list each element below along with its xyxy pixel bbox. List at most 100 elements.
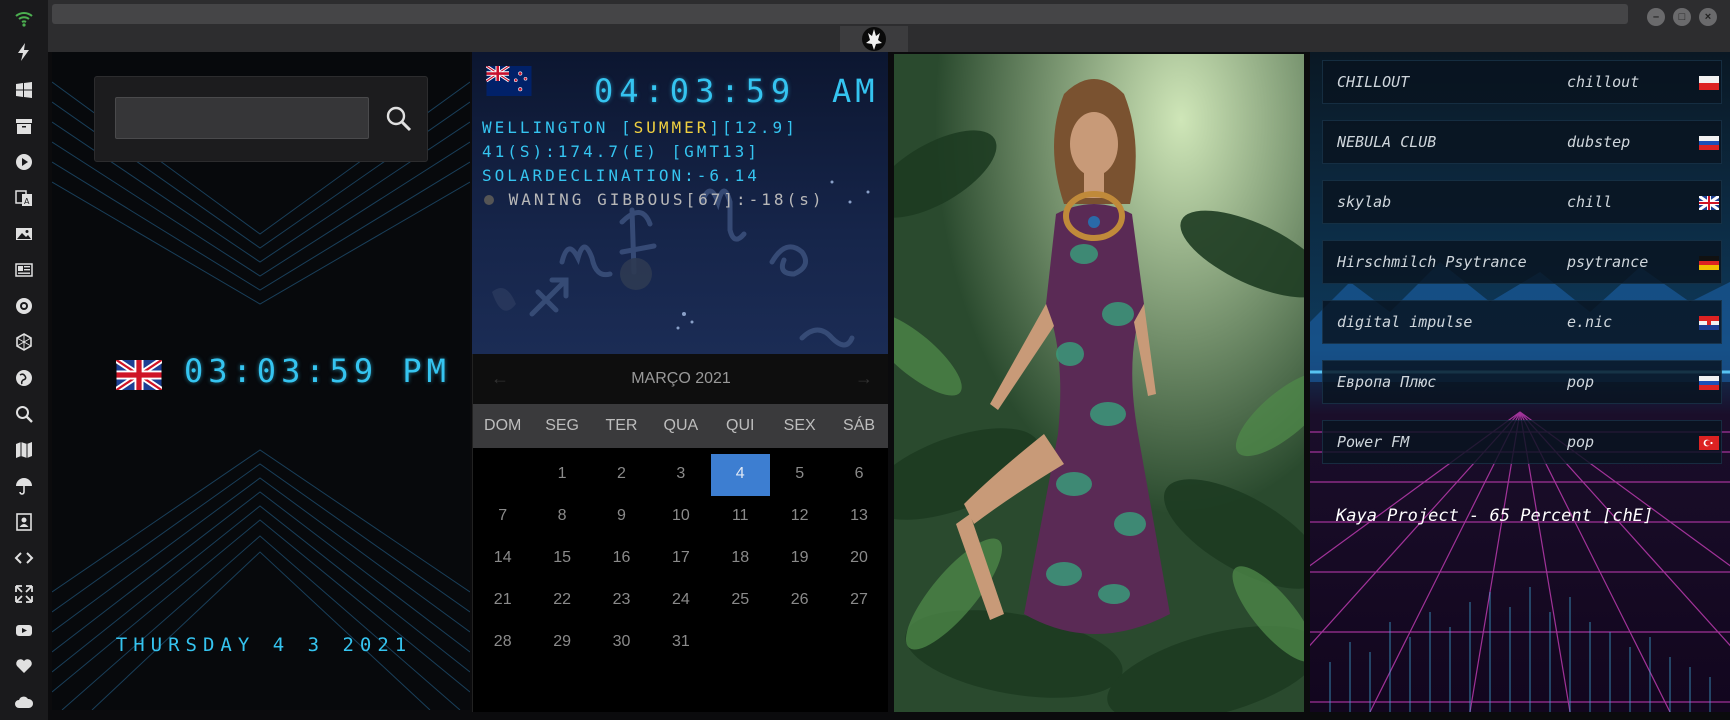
- germany-flag-icon: [1699, 256, 1719, 270]
- world-ampm: AM: [832, 72, 879, 110]
- station-item[interactable]: digital impulse e.nic: [1322, 300, 1722, 344]
- calendar-day[interactable]: 23: [592, 580, 651, 622]
- heart-icon[interactable]: [12, 654, 36, 678]
- close-button[interactable]: ×: [1699, 8, 1717, 26]
- maximize-button[interactable]: □: [1673, 8, 1691, 26]
- calendar-next-button[interactable]: →: [855, 368, 873, 389]
- calendar-day[interactable]: 21: [473, 580, 532, 622]
- calendar-day[interactable]: [770, 622, 829, 664]
- calendar-day[interactable]: 7: [473, 496, 532, 538]
- station-item[interactable]: NEBULA CLUB dubstep: [1322, 120, 1722, 164]
- calendar-day[interactable]: 5: [770, 454, 829, 496]
- calendar-day[interactable]: 22: [532, 580, 591, 622]
- youtube-icon[interactable]: [12, 618, 36, 642]
- station-genre: pop: [1567, 373, 1595, 391]
- calendar-day[interactable]: 30: [592, 622, 651, 664]
- calendar-day[interactable]: 6: [829, 454, 888, 496]
- lightning-icon[interactable]: [12, 40, 36, 64]
- windows-icon[interactable]: [12, 78, 36, 102]
- station-name: CHILLOUT: [1337, 73, 1410, 91]
- calendar-month: MARÇO 2021: [631, 370, 731, 387]
- hexagon-icon[interactable]: [12, 330, 36, 354]
- calendar-day[interactable]: 20: [829, 538, 888, 580]
- map-icon[interactable]: [12, 438, 36, 462]
- calendar-day[interactable]: 18: [711, 538, 770, 580]
- station-item[interactable]: Hirschmilch Psytrance psytrance: [1322, 240, 1722, 284]
- calendar-day[interactable]: [829, 622, 888, 664]
- world-clock: 04:03:59 AM WELLINGTON [SUMMER][12.9] 41…: [472, 52, 888, 354]
- svg-text:A: A: [24, 197, 30, 206]
- calendar: ← MARÇO 2021 → DOM SEG TER QUA QUI SEX S…: [472, 354, 888, 712]
- rebel-icon[interactable]: [12, 294, 36, 318]
- minimize-button[interactable]: –: [1647, 8, 1665, 26]
- search-box: [94, 76, 428, 162]
- code-icon[interactable]: [12, 546, 36, 570]
- calendar-day[interactable]: 27: [829, 580, 888, 622]
- station-genre: chill: [1567, 193, 1613, 211]
- calendar-day[interactable]: [473, 454, 532, 496]
- world-coordinates: 41(S):174.7(E) [GMT13]: [482, 142, 760, 161]
- calendar-day[interactable]: 12: [770, 496, 829, 538]
- contact-icon[interactable]: [12, 510, 36, 534]
- poland-flag-icon: [1699, 76, 1719, 90]
- calendar-day[interactable]: 28: [473, 622, 532, 664]
- umbrella-icon[interactable]: [12, 474, 36, 498]
- archive-icon[interactable]: [12, 114, 36, 138]
- wifi-icon[interactable]: [12, 6, 36, 30]
- calendar-day[interactable]: 19: [770, 538, 829, 580]
- station-item[interactable]: Power FM pop: [1322, 420, 1722, 464]
- world-location: WELLINGTON [SUMMER][12.9]: [482, 118, 798, 137]
- weekday-label: QUA: [663, 417, 699, 434]
- globe-icon[interactable]: [12, 366, 36, 390]
- station-genre: dubstep: [1567, 133, 1631, 151]
- calendar-day[interactable]: 31: [651, 622, 710, 664]
- translate-icon[interactable]: A: [12, 186, 36, 210]
- station-item[interactable]: skylab chill: [1322, 180, 1722, 224]
- calendar-day[interactable]: 11: [711, 496, 770, 538]
- calendar-day[interactable]: 26: [770, 580, 829, 622]
- calendar-weekdays: DOM SEG TER QUA QUI SEX SÁB: [473, 404, 888, 448]
- calendar-day[interactable]: 1: [532, 454, 591, 496]
- calendar-day[interactable]: 15: [532, 538, 591, 580]
- station-item[interactable]: Европа Плюс pop: [1322, 360, 1722, 404]
- image-icon[interactable]: [12, 222, 36, 246]
- fullscreen-icon[interactable]: [12, 582, 36, 606]
- calendar-day[interactable]: 2: [592, 454, 651, 496]
- weekday-label: SEX: [783, 417, 816, 434]
- station-name: NEBULA CLUB: [1337, 133, 1437, 151]
- calendar-day[interactable]: 13: [829, 496, 888, 538]
- calendar-day[interactable]: 24: [651, 580, 710, 622]
- croatia-flag-icon: [1699, 316, 1719, 330]
- calendar-day-today[interactable]: 4: [710, 454, 770, 496]
- russia-flag-icon: [1699, 376, 1719, 390]
- calendar-day[interactable]: 8: [532, 496, 591, 538]
- calendar-day[interactable]: 16: [592, 538, 651, 580]
- play-icon[interactable]: [12, 150, 36, 174]
- station-genre: pop: [1567, 433, 1595, 451]
- calendar-day[interactable]: 29: [532, 622, 591, 664]
- window-titlebar[interactable]: – □ ×: [48, 0, 1730, 52]
- search-input[interactable]: [115, 97, 369, 139]
- calendar-day[interactable]: 10: [651, 496, 710, 538]
- news-icon[interactable]: [12, 258, 36, 282]
- rebel-alliance-icon[interactable]: [840, 26, 908, 52]
- calendar-day[interactable]: 9: [592, 496, 651, 538]
- titlebar-track[interactable]: [52, 4, 1628, 24]
- calendar-day[interactable]: 17: [651, 538, 710, 580]
- search-icon[interactable]: [12, 402, 36, 426]
- calendar-day[interactable]: 14: [473, 538, 532, 580]
- calendar-day[interactable]: 3: [651, 454, 710, 496]
- world-time: 04:03:59: [594, 72, 797, 110]
- calendar-day[interactable]: [711, 622, 770, 664]
- moon-phase: WANING GIBBOUS[67]:-18(s): [482, 190, 824, 209]
- calendar-day[interactable]: 25: [711, 580, 770, 622]
- station-item[interactable]: CHILLOUT chillout: [1322, 60, 1722, 104]
- weekday-label: SEG: [545, 417, 579, 434]
- station-name: digital impulse: [1337, 313, 1473, 331]
- russia-flag-icon: [1699, 136, 1719, 150]
- world-clock-panel: 04:03:59 AM WELLINGTON [SUMMER][12.9] 41…: [472, 52, 888, 712]
- weekday-label: QUI: [726, 417, 755, 434]
- clock-panel: 03:03:59 PM THURSDAY 4 3 2021: [52, 52, 470, 710]
- search-icon[interactable]: [381, 101, 415, 135]
- cloud-icon[interactable]: [12, 690, 36, 714]
